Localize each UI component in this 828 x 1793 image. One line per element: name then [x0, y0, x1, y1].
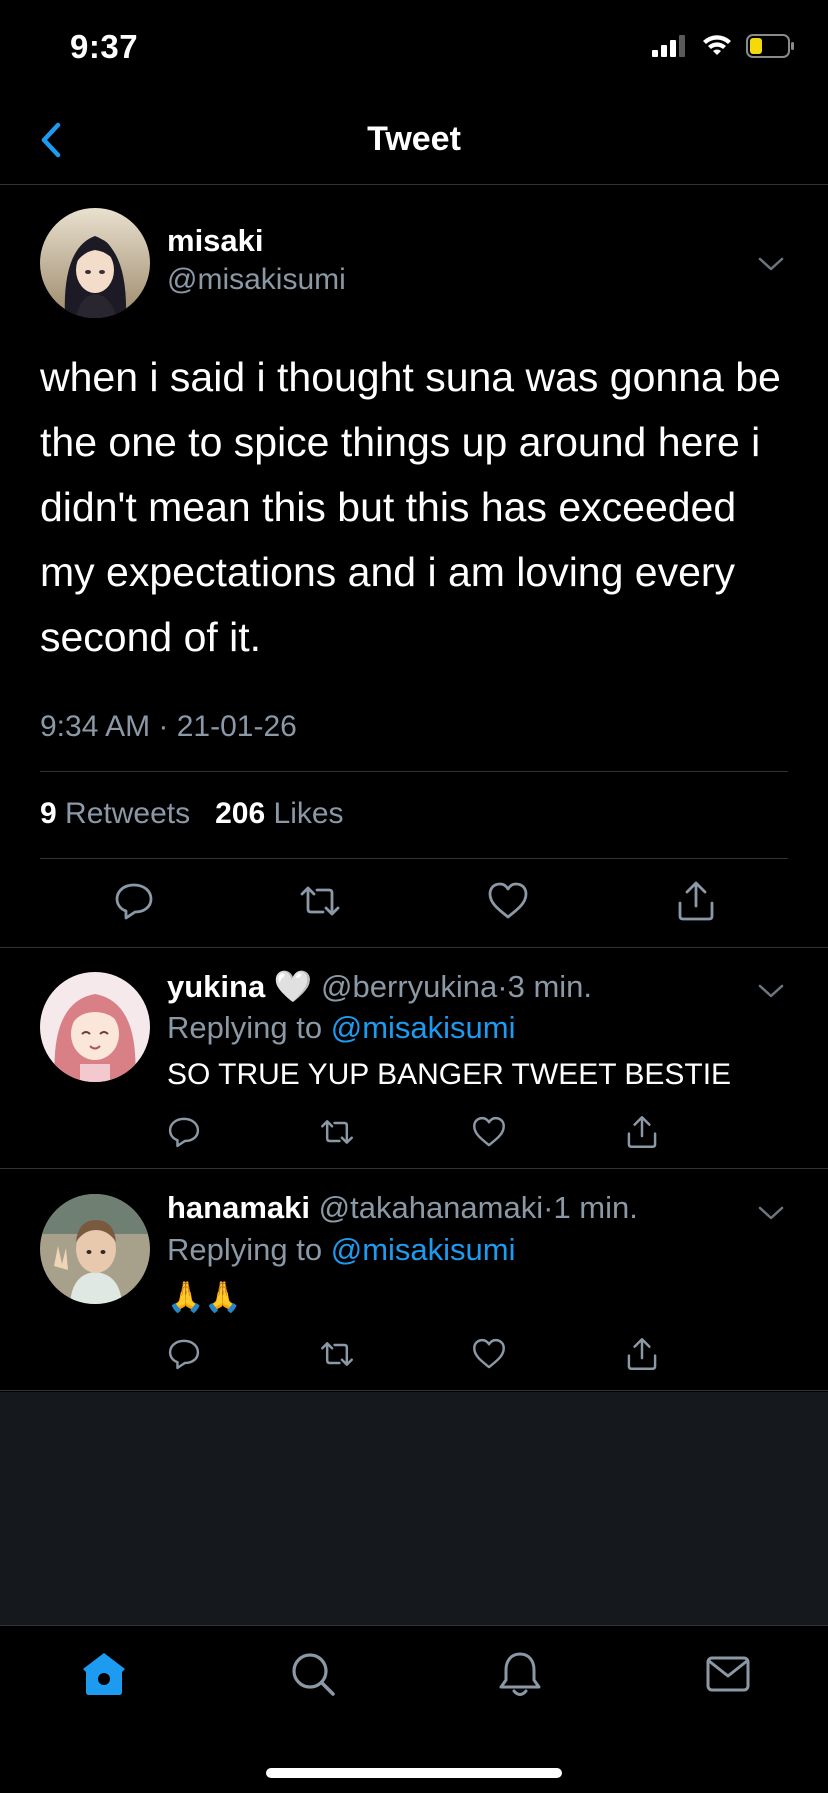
like-count: 206 [215, 797, 266, 830]
tab-home[interactable] [78, 1648, 130, 1700]
reply-icon [168, 1117, 200, 1148]
reply-text: SO TRUE YUP BANGER TWEET BESTIE [167, 1058, 732, 1091]
reply-button[interactable] [112, 879, 156, 923]
avatar-hanamaki[interactable] [40, 1194, 150, 1304]
mention-link[interactable]: @misakisumi [331, 1010, 516, 1045]
reply-actions [0, 1336, 828, 1386]
avatar-yukina[interactable] [40, 972, 150, 1082]
home-icon [83, 1653, 125, 1695]
share-button[interactable] [624, 1114, 660, 1150]
retweet-count: 9 [40, 797, 57, 830]
replying-to: Replying to @misakisumi [167, 1010, 515, 1046]
divider [40, 858, 788, 859]
tweet-actions [0, 879, 828, 929]
retweets-stat[interactable]: 9 Retweets [40, 797, 190, 830]
search-icon [292, 1653, 335, 1696]
reply-author-name[interactable]: yukina 🤍 [167, 969, 312, 1004]
author-name[interactable]: misaki [167, 223, 264, 259]
retweet-icon [300, 886, 340, 916]
separator-dot: · [543, 1190, 554, 1225]
like-button[interactable] [486, 879, 530, 923]
heart-icon [488, 882, 528, 919]
divider [40, 771, 788, 772]
share-button[interactable] [674, 879, 718, 923]
reply-actions [0, 1114, 828, 1164]
page-title: Tweet [367, 120, 461, 158]
avatar-image [40, 972, 150, 1082]
share-button[interactable] [624, 1336, 660, 1372]
status-bar: 9:37 [0, 0, 828, 96]
reply-author-handle[interactable]: @berryukina [321, 969, 497, 1004]
tab-bar [0, 1625, 828, 1793]
tweet-options-button[interactable] [754, 980, 788, 1002]
tweet-timestamp: 9:34 AM · 21-01-26 [40, 710, 297, 743]
empty-feed-area [0, 1392, 828, 1625]
retweet-button[interactable] [319, 1114, 355, 1150]
notifications-icon [499, 1652, 541, 1696]
reply-icon [115, 883, 153, 920]
share-icon [627, 1338, 657, 1370]
retweet-label: Retweets [65, 797, 191, 830]
likes-stat[interactable]: 206 Likes [215, 797, 343, 830]
status-icons [652, 34, 796, 58]
separator-dot: · [497, 969, 508, 1004]
share-icon [678, 881, 714, 921]
share-icon [627, 1116, 657, 1148]
chevron-down-icon [758, 984, 784, 998]
tab-messages[interactable] [702, 1648, 754, 1700]
tweet-options-button[interactable] [754, 253, 788, 275]
signal-icon [652, 35, 685, 57]
chevron-down-icon [758, 1206, 784, 1220]
home-indicator[interactable] [266, 1768, 562, 1778]
reply-author-name[interactable]: hanamaki [167, 1190, 310, 1225]
replying-to-prefix: Replying to [167, 1010, 323, 1045]
reply-author-handle[interactable]: @takahanamaki [319, 1190, 543, 1225]
retweet-icon [321, 1120, 353, 1144]
nav-bar: Tweet [0, 96, 828, 185]
reply-header: yukina 🤍 @berryukina·3 min. [167, 968, 592, 1005]
main-tweet: misaki @misakisumi when i said i thought… [0, 185, 828, 948]
reply-time: 1 min. [553, 1190, 638, 1225]
tab-search[interactable] [287, 1648, 339, 1700]
reply-text: 🙏🙏 [167, 1281, 242, 1314]
heart-icon [473, 1116, 505, 1147]
retweet-icon [321, 1342, 353, 1366]
heart-icon [473, 1338, 505, 1369]
avatar-image [40, 1194, 150, 1304]
wifi-icon [703, 35, 731, 55]
reply-tweet[interactable]: hanamaki @takahanamaki·1 min. Replying t… [0, 1170, 828, 1391]
chevron-down-icon [758, 257, 784, 271]
reply-icon [168, 1339, 200, 1370]
reply-button[interactable] [166, 1114, 202, 1150]
mention-link[interactable]: @misakisumi [331, 1232, 516, 1267]
retweet-button[interactable] [319, 1336, 355, 1372]
like-button[interactable] [471, 1114, 507, 1150]
reply-time: 3 min. [507, 969, 593, 1004]
reply-tweet[interactable]: yukina 🤍 @berryukina·3 min. Replying to … [0, 948, 828, 1169]
tweet-options-button[interactable] [754, 1202, 788, 1224]
avatar-image [40, 208, 150, 318]
messages-icon [706, 1656, 750, 1692]
status-time: 9:37 [70, 28, 139, 65]
tab-notifications[interactable] [494, 1648, 546, 1700]
tweet-text: when i said i thought suna was gonna be … [40, 354, 781, 660]
replying-to-prefix: Replying to [167, 1232, 323, 1267]
avatar-misaki[interactable] [40, 208, 150, 318]
author-handle[interactable]: @misakisumi [167, 263, 346, 297]
retweet-button[interactable] [298, 879, 342, 923]
reply-button[interactable] [166, 1336, 202, 1372]
like-label: Likes [273, 797, 344, 830]
reply-header: hanamaki @takahanamaki·1 min. [167, 1190, 638, 1226]
replying-to: Replying to @misakisumi [167, 1232, 515, 1268]
like-button[interactable] [471, 1336, 507, 1372]
tweet-stats: 9 Retweets 206 Likes [40, 797, 344, 831]
battery-icon [746, 34, 794, 58]
